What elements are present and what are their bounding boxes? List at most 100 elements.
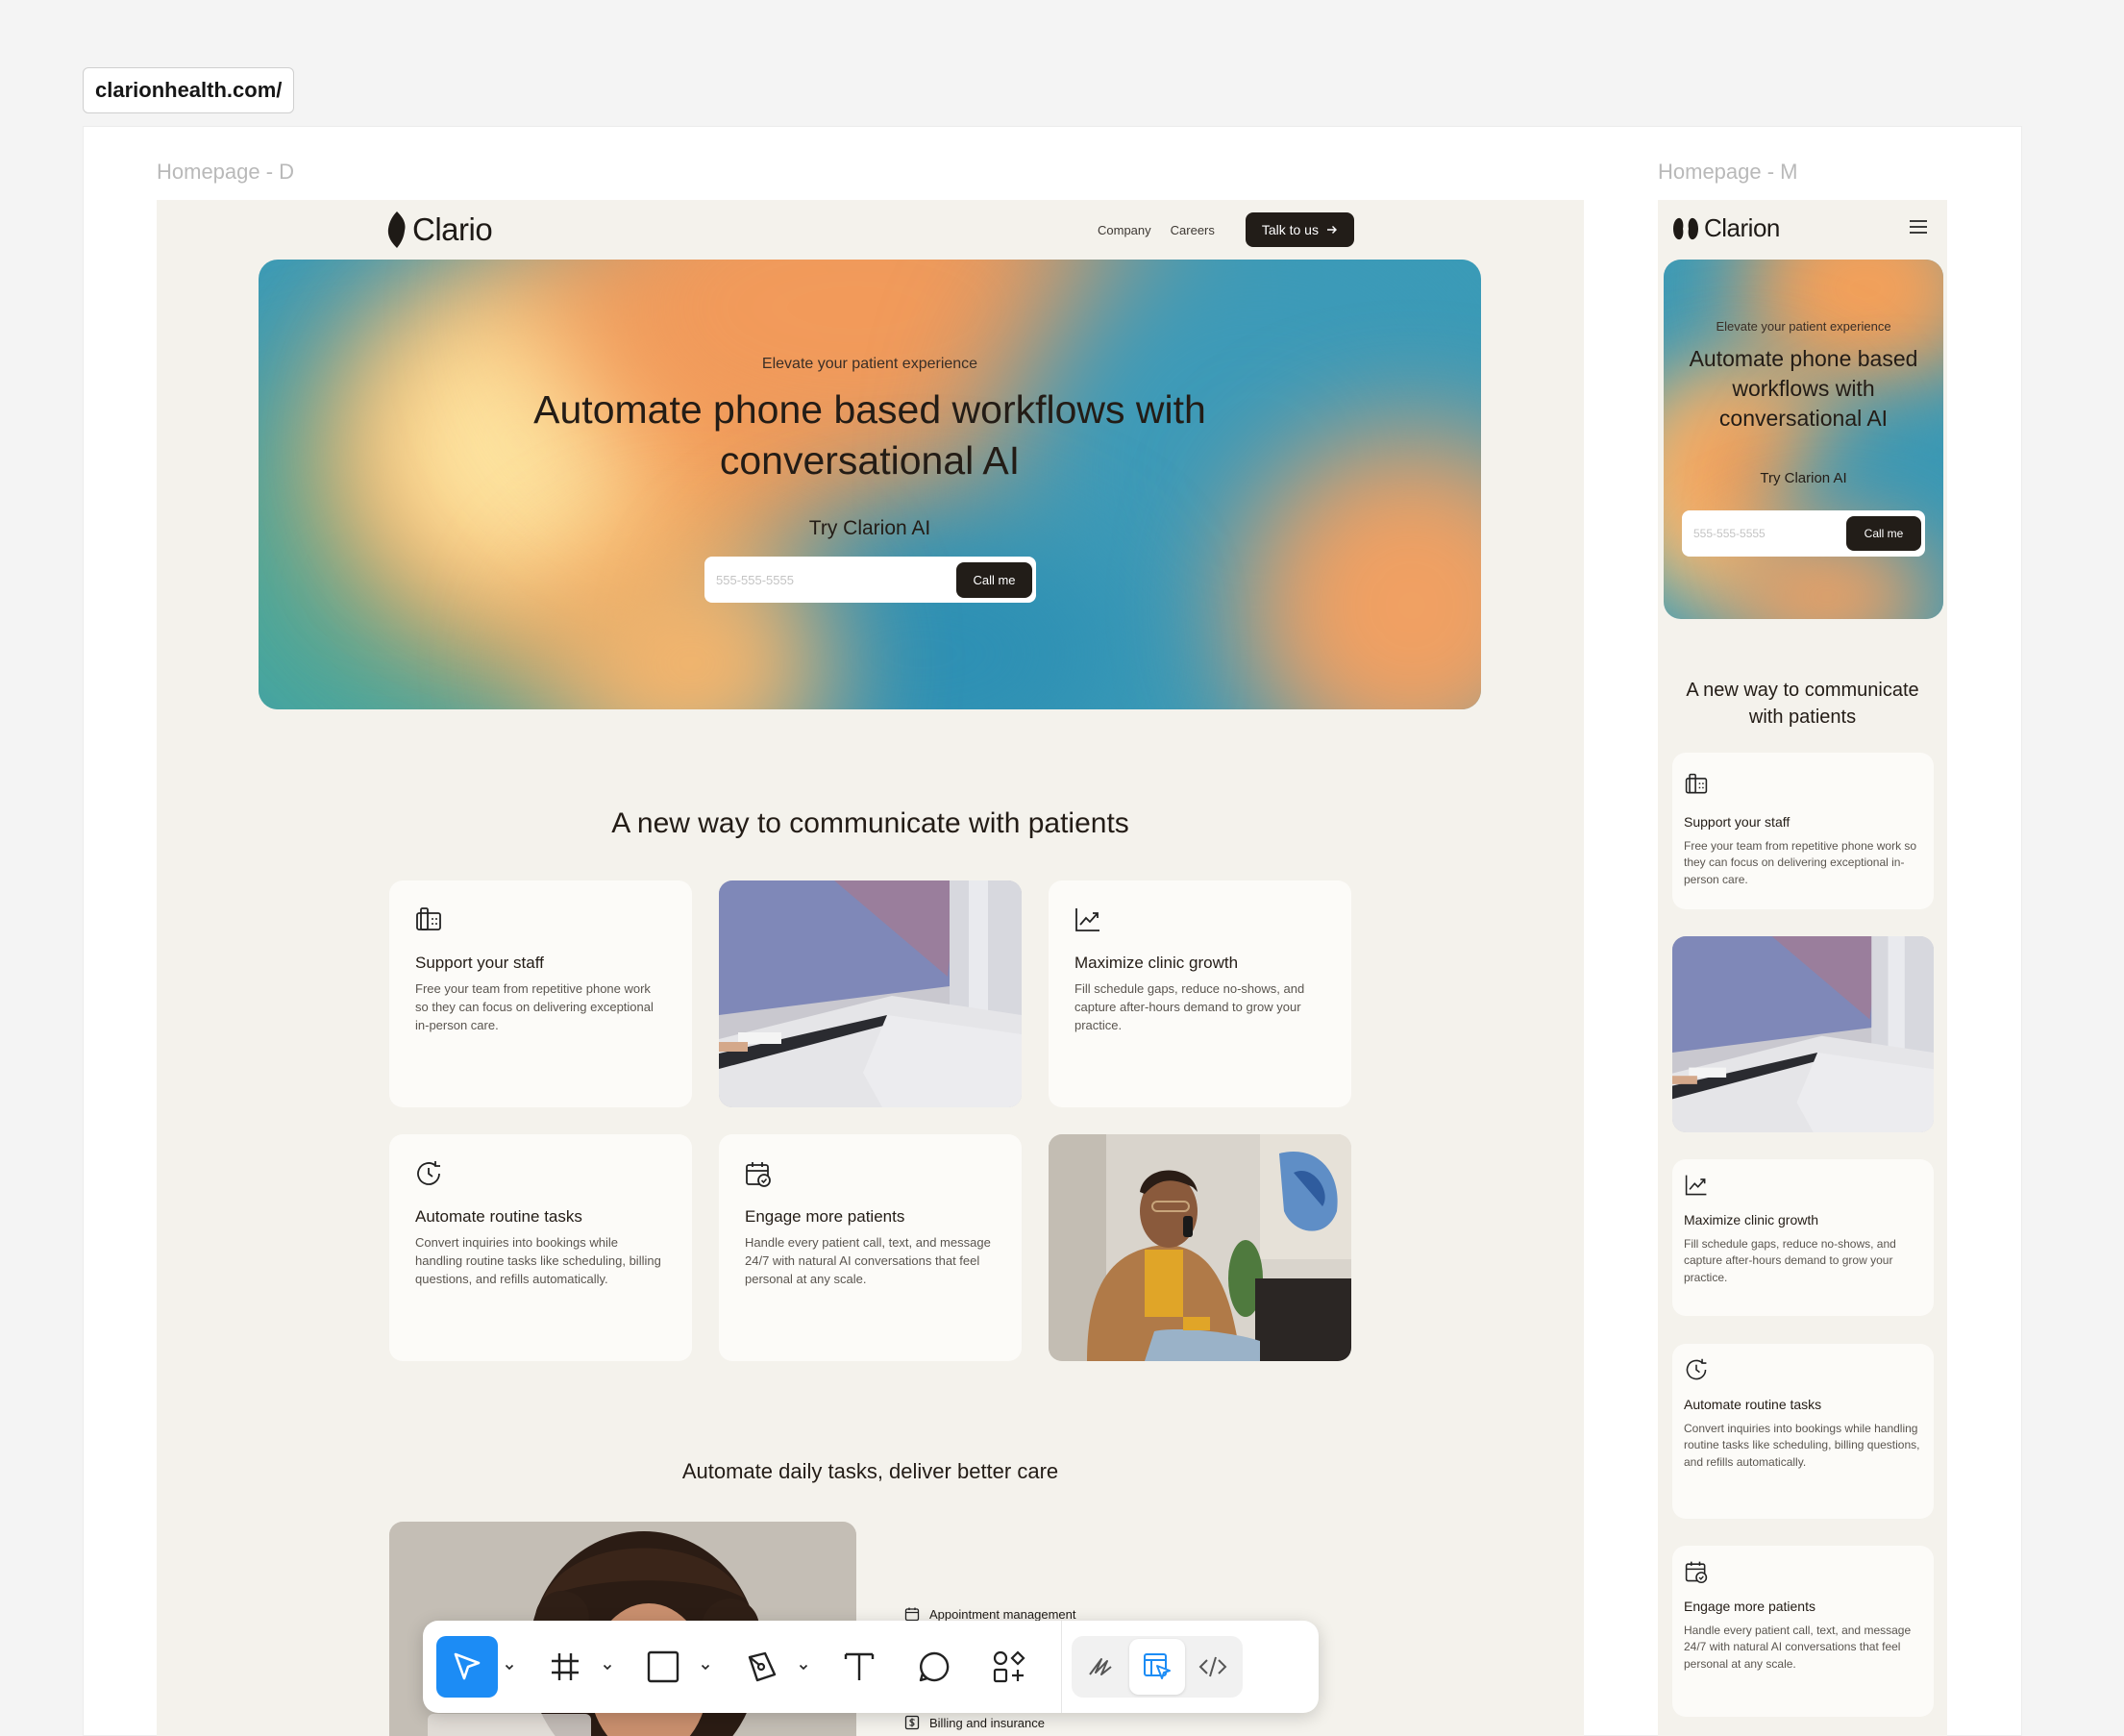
mobile-logo[interactable]: Clarion: [1671, 213, 1780, 243]
url-pill[interactable]: clarionhealth.com/: [83, 67, 295, 113]
dev-mode-button[interactable]: [1185, 1639, 1241, 1695]
feature-card-clinic-growth: Maximize clinic growth Fill schedule gap…: [1049, 880, 1351, 1107]
call-me-button[interactable]: Call me: [956, 561, 1032, 598]
move-tool-button[interactable]: [436, 1636, 498, 1698]
feature-body: Free your team from repetitive phone wor…: [415, 981, 654, 1032]
feature-title: Automate routine tasks: [1684, 1397, 1822, 1412]
pen-tool-button[interactable]: [730, 1636, 792, 1698]
phone-input[interactable]: [1693, 527, 1828, 540]
hero-title-line-1: Automate phone based workflows with: [533, 387, 1206, 432]
mobile-feature-card-clinic-growth: Maximize clinic growth Fill schedule gap…: [1672, 1159, 1934, 1316]
move-tool-dropdown[interactable]: [498, 1661, 521, 1673]
feature-title: Support your staff: [1684, 814, 1791, 830]
feature-card-engage-patients: Engage more patients Handle every patien…: [719, 1134, 1022, 1361]
man-on-phone-photo: [1049, 1134, 1351, 1361]
phone-form: Call me: [704, 557, 1036, 603]
mobile-feature-card-routine-tasks: Automate routine tasks Convert inquiries…: [1672, 1344, 1934, 1519]
chevron-down-icon: [603, 1664, 612, 1671]
feature-card-support-staff: Support your staff Free your team from r…: [389, 880, 692, 1107]
pen-nib-icon: [748, 1651, 777, 1682]
tasks-title: Automate daily tasks, deliver better car…: [681, 1459, 1059, 1483]
logo-text: Clarion: [1704, 213, 1780, 242]
toolbar-divider: [1061, 1621, 1062, 1713]
trend-up-icon: [1685, 1175, 1707, 1196]
hero-title-line-2: workflows with: [1732, 376, 1875, 401]
hero-eyebrow: Elevate your patient experience: [761, 356, 978, 372]
logo-mark-icon: [1673, 217, 1698, 239]
logo-text: Clario: [412, 211, 493, 247]
calendar-check-icon: [746, 1162, 771, 1187]
talk-to-us-label: Talk to us: [1261, 222, 1319, 237]
feature-body: Free your team from repetitive phone wor…: [1684, 839, 1917, 886]
features-title: A new way to communicate with patients: [611, 807, 1129, 839]
nav-company[interactable]: Company: [1098, 223, 1151, 237]
feature-title: Maximize clinic growth: [1074, 954, 1239, 972]
reception-desk-illustration: [1672, 936, 1934, 1132]
clock-refresh-icon: [417, 1161, 440, 1185]
phone-form: Call me: [1682, 510, 1925, 557]
shapes-plus-icon: [993, 1650, 1025, 1683]
chevron-down-icon: [701, 1664, 710, 1671]
feature-body: Convert inquiries into bookings while ha…: [1684, 1422, 1920, 1469]
mobile-feature-card-engage-patients: Engage more patients Handle every patien…: [1672, 1546, 1934, 1717]
reception-desk-photo: [719, 880, 1022, 1107]
feature-card-routine-tasks: Automate routine tasks Convert inquiries…: [389, 1134, 692, 1361]
feature-body: Handle every patient call, text, and mes…: [745, 1235, 991, 1286]
chevron-down-icon: [505, 1664, 514, 1671]
feature-body: Handle every patient call, text, and mes…: [1684, 1624, 1912, 1671]
hero-title-line-1: Automate phone based: [1689, 346, 1918, 371]
shape-tool-dropdown[interactable]: [694, 1661, 717, 1673]
feature-title: Engage more patients: [745, 1207, 905, 1226]
call-me-button[interactable]: Call me: [1846, 516, 1921, 551]
scribble-icon: [1089, 1658, 1112, 1675]
frame-tool-dropdown[interactable]: [596, 1661, 619, 1673]
code-brackets-icon: [1198, 1656, 1227, 1677]
hero-title: Automate phone based workflows with conv…: [259, 384, 1481, 486]
design-mode-button[interactable]: [1129, 1639, 1185, 1695]
cursor-arrow-icon: [454, 1652, 481, 1680]
task-label: Appointment management: [929, 1606, 1076, 1622]
feature-body: Convert inquiries into bookings while ha…: [415, 1235, 661, 1286]
talk-to-us-button[interactable]: Talk to us: [1245, 212, 1354, 247]
hero-title-line-2: conversational AI: [719, 438, 1021, 483]
feature-body: Fill schedule gaps, reduce no-shows, and…: [1074, 981, 1305, 1032]
calendar-icon: [904, 1607, 920, 1622]
frame-label-desktop[interactable]: Homepage - D: [157, 160, 294, 185]
actions-tool-button[interactable]: [978, 1636, 1040, 1698]
chevron-down-icon: [799, 1664, 808, 1671]
phone-input[interactable]: [716, 572, 937, 587]
hamburger-menu-icon[interactable]: [1908, 217, 1929, 236]
hero-title: Automate phone based workflows with conv…: [1664, 344, 1943, 434]
layout-cursor-icon: [1144, 1653, 1171, 1679]
try-label: Try Clarion AI: [808, 517, 931, 539]
draw-mode-button[interactable]: [1074, 1639, 1129, 1695]
logo[interactable]: Clario: [387, 211, 493, 248]
frame-label-mobile[interactable]: Homepage - M: [1658, 160, 1798, 185]
text-t-icon: [844, 1652, 875, 1680]
text-tool-button[interactable]: [828, 1636, 890, 1698]
feature-title: Engage more patients: [1684, 1599, 1815, 1614]
clock-refresh-icon: [1686, 1358, 1707, 1380]
feature-title: Automate routine tasks: [415, 1207, 582, 1226]
task-label: Billing and insurance: [929, 1715, 1045, 1730]
man-on-phone-illustration: [1049, 1134, 1351, 1361]
feature-body: Fill schedule gaps, reduce no-shows, and…: [1684, 1237, 1896, 1284]
arrow-right-icon: [1326, 226, 1337, 234]
shape-tool-button[interactable]: [632, 1636, 694, 1698]
hero-banner: Elevate your patient experience Automate…: [259, 260, 1481, 709]
pen-tool-dropdown[interactable]: [792, 1661, 815, 1673]
features-title-line-2: with patients: [1748, 707, 1857, 728]
rectangle-icon: [647, 1650, 679, 1683]
frame-tool-button[interactable]: [534, 1636, 596, 1698]
reception-desk-photo: [1672, 936, 1934, 1132]
trend-up-icon: [1075, 908, 1099, 931]
feature-title: Maximize clinic growth: [1684, 1212, 1819, 1228]
features-title-line-1: A new way to communicate: [1686, 680, 1919, 701]
comment-tool-button[interactable]: [903, 1636, 965, 1698]
mobile-feature-card-support-staff: Support your staff Free your team from r…: [1672, 753, 1934, 909]
nav-careers[interactable]: Careers: [1171, 223, 1215, 237]
dollar-icon: [904, 1715, 920, 1730]
features-title: A new way to communicate with patients: [1658, 677, 1947, 731]
mobile-frame: Clarion Elevate your patient experience …: [1658, 200, 1947, 1736]
mode-switcher: [1072, 1636, 1243, 1698]
